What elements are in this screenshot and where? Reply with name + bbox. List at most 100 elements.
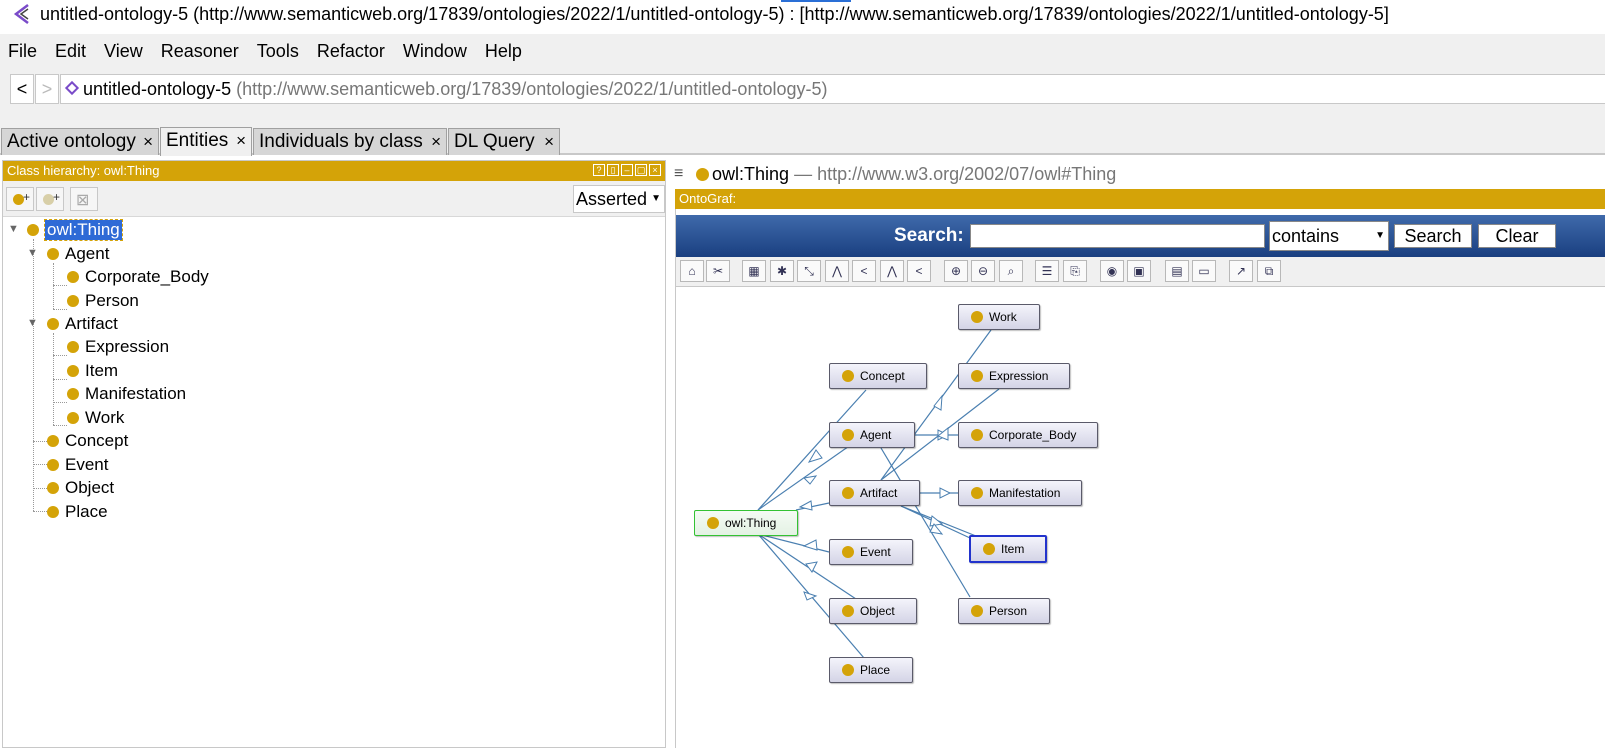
menu-view[interactable]: View [95, 41, 152, 62]
close-view-icon[interactable]: × [649, 164, 661, 176]
graph-node-event[interactable]: Event [829, 539, 913, 565]
ontology-iri: (http://www.semanticweb.org/17839/ontolo… [236, 79, 828, 99]
filter-arcs-icon[interactable]: ☰ [1035, 260, 1059, 282]
graph-node-label: Object [860, 604, 895, 618]
collapse-toggle-icon[interactable]: ▼ [27, 317, 38, 329]
ontograf-toolbar: ⌂ ✂ ▦ ✱ ⤡ ⋀ < ⋀ < ⊕ ⊖ ⌕ ☰ ⎘ ◉ ▣ ▤ ▭ ↗ ⧉ [676, 257, 1605, 287]
split-icon[interactable]: ▯ [607, 164, 619, 176]
maximize-icon[interactable]: ▢ [635, 164, 647, 176]
chevron-down-icon: ▼ [651, 193, 661, 204]
save-icon[interactable]: ▤ [1165, 260, 1189, 282]
delete-class-button[interactable]: ⊠ [70, 187, 98, 211]
class-icon [67, 388, 79, 400]
spring-layout-icon[interactable]: ⤡ [797, 260, 821, 282]
window-title-bar: untitled-ontology-5 (http://www.semantic… [0, 0, 1605, 28]
clear-button[interactable]: Clear [1478, 224, 1556, 248]
menu-edit[interactable]: Edit [46, 41, 95, 62]
class-icon [67, 295, 79, 307]
graph-node-artifact[interactable]: Artifact [829, 480, 920, 506]
filter-nodes-icon[interactable]: ⎘ [1063, 260, 1087, 282]
active-ontology-field[interactable]: untitled-ontology-5 (http://www.semantic… [60, 74, 1605, 104]
menu-refactor[interactable]: Refactor [308, 41, 394, 62]
tab-entities[interactable]: Entities × [160, 127, 252, 156]
tree-connector [53, 285, 67, 286]
export-image-icon[interactable]: ▣ [1127, 260, 1151, 282]
match-mode-select[interactable]: contains ▼ [1269, 221, 1389, 251]
collapse-toggle-icon[interactable]: ▼ [8, 223, 19, 235]
vertical-tree-layout-icon[interactable]: < [907, 260, 931, 282]
horizontal-tree-layout-icon[interactable]: ⋀ [880, 260, 904, 282]
tree-node-label: Event [65, 455, 109, 474]
graph-node-label: Place [860, 663, 891, 677]
search-input[interactable] [970, 224, 1265, 248]
graph-node-label: Corporate_Body [989, 428, 1077, 442]
tree-connector [53, 379, 67, 380]
graph-node-corporate-body[interactable]: Corporate_Body [958, 422, 1098, 448]
ontograf-canvas[interactable]: Work Concept Expression Agent Corporate_… [676, 288, 1605, 748]
graph-node-place[interactable]: Place [829, 657, 913, 683]
home-icon[interactable]: ⌂ [680, 260, 704, 282]
radial-layout-icon[interactable]: ✱ [770, 260, 794, 282]
minimize-icon[interactable]: – [621, 164, 633, 176]
class-icon [707, 517, 719, 529]
open-folder-icon[interactable]: ▭ [1192, 260, 1216, 282]
graph-node-label: Artifact [860, 486, 898, 500]
graph-node-work[interactable]: Work [958, 304, 1040, 330]
arrow-to-object [805, 561, 818, 573]
graph-node-label: Expression [989, 369, 1049, 383]
menu-file[interactable]: File [0, 41, 46, 62]
menu-tools[interactable]: Tools [248, 41, 308, 62]
back-button[interactable]: < [10, 74, 34, 104]
tree-connector [33, 464, 47, 465]
menu-help[interactable]: Help [476, 41, 531, 62]
class-icon [67, 365, 79, 377]
graph-node-expression[interactable]: Expression [958, 363, 1070, 389]
graph-node-person[interactable]: Person [958, 598, 1050, 624]
zoom-out-icon[interactable]: ⊖ [971, 260, 995, 282]
search-button[interactable]: Search [1394, 224, 1472, 248]
close-icon[interactable]: × [544, 129, 554, 155]
add-sibling-class-button[interactable]: + [36, 187, 64, 211]
entity-title: owl:Thing — http://www.w3.org/2002/07/ow… [712, 160, 1116, 188]
close-icon[interactable]: × [143, 129, 153, 155]
collapse-toggle-icon[interactable]: ▼ [27, 247, 38, 259]
class-icon [47, 435, 59, 447]
class-hierarchy-panel: Class hierarchy: owl:Thing ? ▯ – ▢ × + +… [2, 160, 666, 748]
view-menu-icon[interactable]: ≡ [674, 160, 683, 188]
tab-active-ontology[interactable]: Active ontology × [1, 128, 159, 155]
close-icon[interactable]: × [236, 128, 246, 154]
tree-connector [53, 263, 54, 309]
hierarchy-mode-select[interactable]: Asserted ▼ [573, 185, 665, 213]
tree-node-label: Concept [65, 431, 129, 450]
graph-node-item[interactable]: Item [969, 535, 1047, 563]
tree-left-layout-icon[interactable]: < [852, 260, 876, 282]
export-icon[interactable]: ↗ [1229, 260, 1253, 282]
menu-window[interactable]: Window [394, 41, 476, 62]
tab-dl-query[interactable]: DL Query × [448, 128, 560, 155]
ontology-name: untitled-ontology-5 [83, 79, 232, 99]
class-hierarchy-header: Class hierarchy: owl:Thing ? ▯ – ▢ × [3, 161, 665, 181]
new-window-icon[interactable]: ⧉ [1257, 260, 1281, 282]
graph-node-concept[interactable]: Concept [829, 363, 927, 389]
class-icon [47, 248, 59, 260]
forward-button[interactable]: > [35, 74, 59, 104]
tree-node-label: Corporate_Body [85, 267, 209, 286]
tree-node-label: Person [85, 291, 139, 310]
tree-down-layout-icon[interactable]: ⋀ [825, 260, 849, 282]
graph-node-owl-thing[interactable]: owl:Thing [694, 510, 798, 536]
zoom-reset-icon[interactable]: ⌕ [999, 260, 1023, 282]
graph-node-manifestation[interactable]: Manifestation [958, 480, 1082, 506]
graph-node-agent[interactable]: Agent [829, 422, 915, 448]
tree-connector [53, 309, 67, 310]
camera-icon[interactable]: ◉ [1100, 260, 1124, 282]
tab-individuals-by-class[interactable]: Individuals by class × [253, 128, 447, 155]
menu-reasoner[interactable]: Reasoner [152, 41, 248, 62]
zoom-in-icon[interactable]: ⊕ [944, 260, 968, 282]
grid-layout-icon[interactable]: ▦ [742, 260, 766, 282]
class-icon [47, 318, 59, 330]
help-icon[interactable]: ? [593, 164, 605, 176]
close-icon[interactable]: × [431, 129, 441, 155]
clear-graph-icon[interactable]: ✂ [706, 260, 730, 282]
add-subclass-button[interactable]: + [6, 187, 34, 211]
graph-node-object[interactable]: Object [829, 598, 917, 624]
